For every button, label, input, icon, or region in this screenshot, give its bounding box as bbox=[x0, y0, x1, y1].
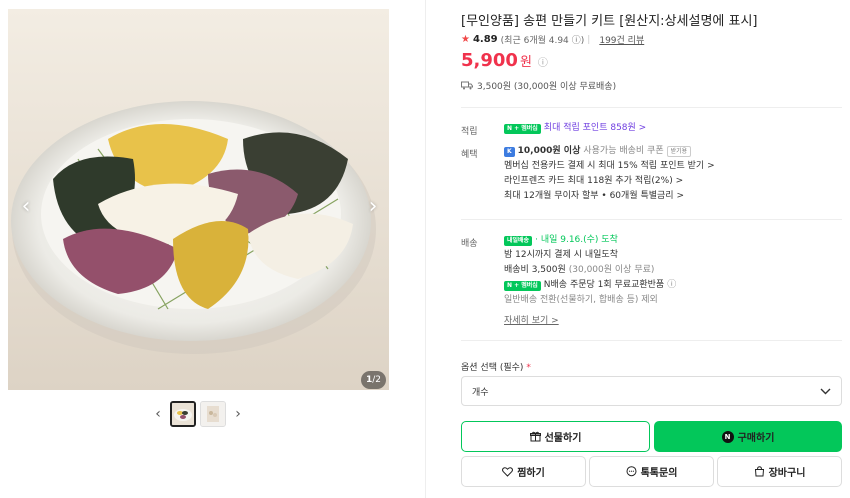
naver-pay-icon: N bbox=[721, 430, 734, 443]
rating-recent: (최근 6개월 4.94 bbox=[500, 36, 569, 46]
truck-icon bbox=[461, 81, 473, 90]
points-link[interactable]: 최대 적립 포인트 858원 > bbox=[544, 121, 646, 136]
gift-button[interactable]: 선물하기 bbox=[461, 421, 650, 452]
delivery-block: 내일배송 · 내일 9.16.(수) 도착 밤 12시까지 결제 시 내일도착 … bbox=[504, 233, 676, 329]
image-counter-total: /2 bbox=[372, 375, 382, 385]
option-select[interactable]: 개수 bbox=[461, 376, 842, 406]
image-prev-arrow[interactable]: ‹ bbox=[18, 195, 34, 219]
coupon-badge-icon: K bbox=[504, 146, 515, 157]
rating-value: 4.89 bbox=[472, 34, 498, 45]
wishlist-button-label: 찜하기 bbox=[517, 468, 545, 479]
thumbnail-2[interactable] bbox=[200, 401, 226, 427]
option-label: 옵션 선택 (필수) * bbox=[461, 360, 531, 373]
thumbnail-1-image bbox=[172, 403, 194, 425]
cart-button[interactable]: 장바구니 bbox=[717, 456, 842, 487]
image-next-arrow[interactable]: › bbox=[365, 195, 381, 219]
shipping-fee-text: 3,500원 (30,000원 이상 무료배송) bbox=[477, 82, 617, 92]
delivery-label: 배송 bbox=[461, 239, 478, 249]
delivery-cutoff: 밤 12시까지 결제 시 내일도착 bbox=[504, 250, 618, 260]
buy-button-label: 구매하기 bbox=[737, 433, 775, 444]
points-label: 적립 bbox=[461, 127, 478, 137]
price-row: 5,900 원 ⓘ bbox=[461, 50, 548, 71]
section-divider bbox=[461, 107, 842, 108]
section-divider bbox=[461, 340, 842, 341]
column-divider bbox=[425, 0, 426, 498]
gift-button-label: 선물하기 bbox=[544, 433, 582, 444]
coupon-amount: 10,000원 이상 bbox=[517, 146, 581, 156]
heart-icon bbox=[502, 466, 514, 477]
buy-button[interactable]: N 구매하기 bbox=[654, 421, 842, 452]
option-label-text: 옵션 선택 (필수) bbox=[461, 363, 524, 373]
thumbnail-2-image bbox=[201, 402, 225, 426]
section-divider bbox=[461, 219, 842, 220]
thumbnail-1[interactable] bbox=[170, 401, 196, 427]
delivery-detail-link[interactable]: 자세히 보기 > bbox=[504, 314, 559, 329]
wishlist-button[interactable]: 찜하기 bbox=[461, 456, 586, 487]
coupon-text: 사용가능 배송비 쿠폰 bbox=[583, 146, 664, 156]
image-counter: 1/2 bbox=[361, 371, 386, 389]
benefit-line[interactable]: 라인프렌즈 카드 최대 118원 추가 적립(2%) > bbox=[504, 174, 715, 189]
price-value: 5,900 bbox=[461, 50, 518, 71]
option-selected-value: 개수 bbox=[472, 387, 489, 398]
benefits-block: K 10,000원 이상 사용가능 배송비 쿠폰 받기용 멤버십 전용카드 결제… bbox=[504, 144, 715, 204]
thumb-next-arrow[interactable]: › bbox=[230, 406, 246, 422]
info-icon[interactable]: ⓘ) bbox=[572, 33, 585, 46]
required-mark: * bbox=[526, 363, 531, 373]
points-block: N + 멤버십 최대 적립 포인트 858원 > bbox=[504, 121, 646, 136]
benefit-line[interactable]: 최대 12개월 무이자 할부 • 60개월 특별금리 > bbox=[504, 189, 715, 204]
thumbnail-strip: ‹ › bbox=[150, 400, 246, 428]
cart-icon bbox=[754, 466, 764, 477]
cart-button-label: 장바구니 bbox=[768, 468, 806, 479]
benefits-label: 혜택 bbox=[461, 150, 478, 160]
chat-icon bbox=[626, 466, 637, 477]
price-currency: 원 bbox=[519, 55, 532, 70]
coupon-chip[interactable]: 받기용 bbox=[666, 146, 692, 157]
delivery-fee: 배송비 3,500원 bbox=[504, 265, 566, 275]
product-title: [무인양품] 송편 만들기 키트 [원산지:상세설명에 표시] bbox=[461, 14, 758, 29]
delivery-excluded: 일반배송 전환(선물하기, 합배송 등) 제외 bbox=[504, 295, 658, 305]
songpyeon-photo bbox=[8, 9, 389, 390]
review-count-link[interactable]: 199건 리뷰 bbox=[599, 33, 644, 46]
talktalk-button[interactable]: 톡톡문의 bbox=[589, 456, 714, 487]
price-info-icon[interactable]: ⓘ bbox=[538, 54, 548, 69]
info-icon[interactable]: ⓘ bbox=[667, 278, 676, 293]
membership-badge: N + 멤버십 bbox=[504, 123, 541, 134]
benefit-line[interactable]: 멤버십 전용카드 결제 시 최대 15% 적립 포인트 받기 > bbox=[504, 159, 715, 174]
thumb-prev-arrow[interactable]: ‹ bbox=[150, 406, 166, 422]
membership-badge: N + 멤버십 bbox=[504, 280, 541, 291]
product-main-image[interactable]: ‹ › 1/2 bbox=[8, 9, 389, 390]
talktalk-button-label: 톡톡문의 bbox=[640, 468, 678, 479]
arrival-date: · 내일 9.16.(수) 도착 bbox=[535, 235, 618, 245]
shipping-row: 3,500원 (30,000원 이상 무료배송) bbox=[461, 79, 616, 92]
gift-icon bbox=[529, 431, 541, 442]
divider: | bbox=[587, 34, 591, 45]
tomorrow-delivery-badge: 내일배송 bbox=[504, 235, 533, 246]
delivery-fee-note: (30,000원 이상 무료) bbox=[568, 265, 655, 275]
chevron-down-icon bbox=[820, 388, 831, 394]
free-return-text: N배송 주문당 1회 무료교환반품 bbox=[543, 280, 665, 290]
star-icon: ★ bbox=[461, 34, 470, 45]
rating-row: ★ 4.89 (최근 6개월 4.94 ⓘ) | 199건 리뷰 bbox=[461, 33, 644, 46]
